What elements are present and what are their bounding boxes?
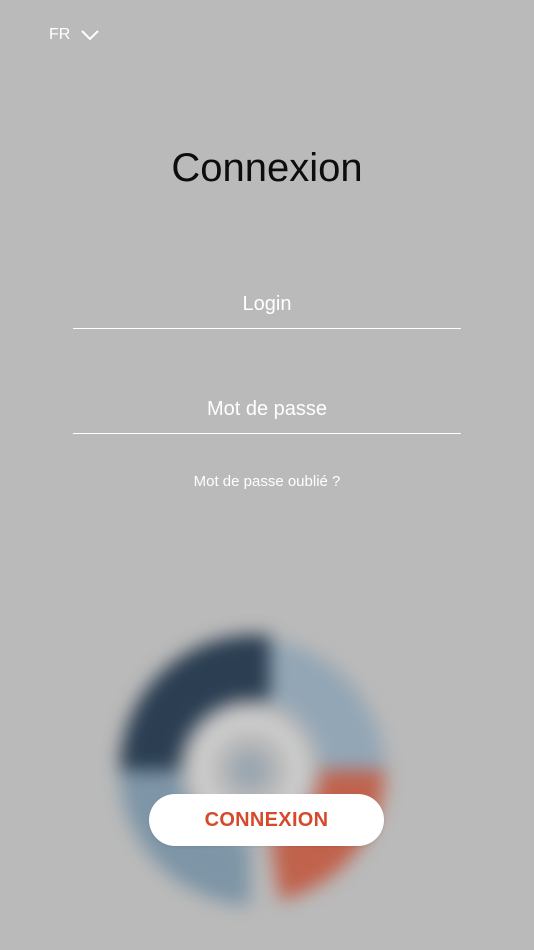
login-input[interactable] [73,280,461,328]
language-selector[interactable]: FR [49,24,100,46]
forgot-password-link[interactable]: Mot de passe oublié ? [0,472,534,492]
page-title: Connexion [171,146,363,190]
language-label: FR [49,26,71,43]
password-field [73,385,461,434]
connexion-button[interactable]: CONNEXION [149,794,384,846]
chevron-down-icon [81,30,100,41]
login-field [73,280,461,329]
password-input[interactable] [73,385,461,433]
logo-graphic [119,635,385,905]
